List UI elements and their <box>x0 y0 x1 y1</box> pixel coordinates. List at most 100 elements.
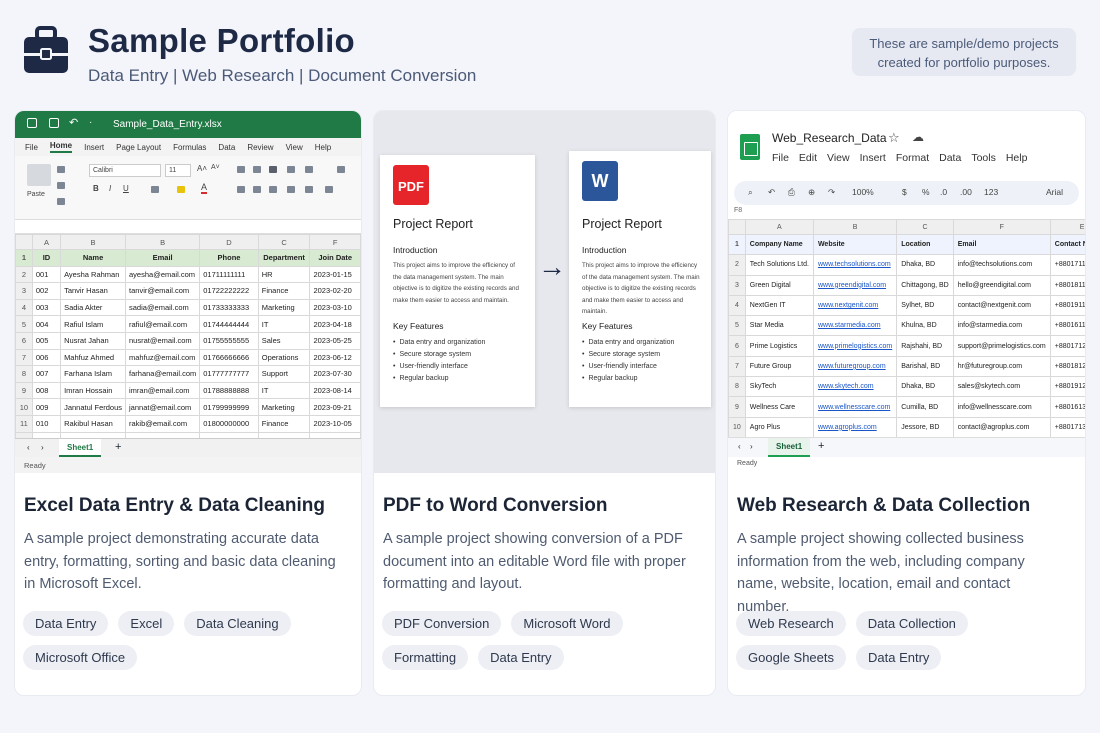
table-cell[interactable]: 2023-10-05 <box>309 414 361 433</box>
tag[interactable]: Web Research <box>736 611 846 636</box>
column-letter[interactable]: E <box>1049 219 1085 235</box>
table-cell[interactable]: tanvir@email.com <box>125 282 201 300</box>
sheet-tab[interactable]: Sheet1 <box>768 438 811 457</box>
column-letter[interactable]: A <box>744 219 814 235</box>
website-link[interactable]: www.agroplus.com <box>812 416 898 438</box>
row-number[interactable]: 11 <box>15 414 33 433</box>
excel-menu-view[interactable]: View <box>286 143 303 152</box>
table-cell[interactable]: info@wellnesscare.com <box>952 396 1051 418</box>
sheets-prev-icon[interactable]: ‹ <box>738 442 741 451</box>
excel-menu-page-layout[interactable]: Page Layout <box>116 143 161 152</box>
tag[interactable]: Data Entry <box>856 645 942 670</box>
column-letter[interactable]: D <box>199 234 259 250</box>
font-color-icon[interactable]: A <box>201 183 208 194</box>
table-cell[interactable]: Support <box>257 365 311 383</box>
row-number[interactable]: 1 <box>728 233 746 256</box>
table-cell[interactable]: Farhana Islam <box>60 365 127 383</box>
table-cell[interactable]: IT <box>257 315 311 333</box>
copy-icon[interactable] <box>57 182 65 189</box>
decimal-increase-icon[interactable]: .00 <box>960 187 972 197</box>
table-cell[interactable]: Jessore, BD <box>896 416 954 438</box>
formula-bar[interactable] <box>15 220 361 234</box>
table-cell[interactable]: ayesha@email.com <box>125 265 201 284</box>
sheet-next-icon[interactable]: › <box>41 443 44 452</box>
table-cell[interactable]: Nusrat Jahan <box>60 331 127 350</box>
align-top-icon[interactable] <box>237 166 245 173</box>
row-number[interactable]: 10 <box>15 398 33 416</box>
table-cell[interactable]: 001 <box>31 265 62 284</box>
cut-icon[interactable] <box>57 166 65 173</box>
table-cell[interactable]: +8801812222222 <box>1049 355 1085 378</box>
row-number[interactable]: 8 <box>728 376 746 398</box>
currency-icon[interactable]: $ <box>902 187 907 197</box>
increase-font-icon[interactable]: A˄ <box>197 164 207 173</box>
table-cell[interactable]: +8801713333333 <box>1049 416 1085 438</box>
table-cell[interactable]: sadia@email.com <box>125 298 201 317</box>
excel-menu-formulas[interactable]: Formulas <box>173 143 206 152</box>
table-cell[interactable]: 2023-07-30 <box>309 365 361 383</box>
indent-decrease-icon[interactable] <box>287 186 295 193</box>
tag[interactable]: Google Sheets <box>736 645 847 670</box>
table-cell[interactable]: SkyTech <box>744 376 814 398</box>
table-cell[interactable]: hello@greendigital.com <box>952 274 1051 296</box>
row-number[interactable]: 2 <box>15 265 33 284</box>
merge-cells-icon[interactable] <box>325 186 333 193</box>
row-number[interactable]: 10 <box>728 416 746 438</box>
table-cell[interactable]: imran@email.com <box>125 381 201 400</box>
add-sheet-icon[interactable]: + <box>115 441 121 453</box>
decimal-decrease-icon[interactable]: .0 <box>940 187 947 197</box>
column-header[interactable]: Email <box>125 249 201 267</box>
website-link[interactable]: www.primelogistics.com <box>812 335 898 357</box>
tag[interactable]: Data Entry <box>478 645 564 670</box>
sheets-menu-tools[interactable]: Tools <box>971 152 996 164</box>
tag[interactable]: Formatting <box>382 645 469 670</box>
column-header[interactable]: Company Name <box>744 233 814 256</box>
table-cell[interactable]: 2023-04-18 <box>309 315 361 333</box>
row-number[interactable]: 5 <box>15 315 33 333</box>
website-link[interactable]: www.skytech.com <box>812 376 898 398</box>
column-header[interactable]: Name <box>60 249 127 267</box>
excel-menu-insert[interactable]: Insert <box>84 143 104 152</box>
excel-menu-review[interactable]: Review <box>247 143 273 152</box>
table-cell[interactable]: 008 <box>31 381 62 400</box>
table-cell[interactable]: jannat@email.com <box>125 398 201 416</box>
website-link[interactable]: www.nextgenit.com <box>812 294 898 317</box>
table-cell[interactable]: farhana@email.com <box>125 365 201 383</box>
table-cell[interactable]: 01755555555 <box>199 331 259 350</box>
table-cell[interactable]: +8801711111111 <box>1049 254 1085 276</box>
table-cell[interactable]: IT <box>257 381 311 400</box>
table-cell[interactable]: 010 <box>31 414 62 433</box>
table-cell[interactable]: +8801811111111 <box>1049 274 1085 296</box>
table-cell[interactable]: 01711111111 <box>199 265 259 284</box>
table-cell[interactable]: Finance <box>257 282 311 300</box>
table-cell[interactable]: contact@agroplus.com <box>952 416 1051 438</box>
table-cell[interactable]: 003 <box>31 298 62 317</box>
excel-menu-help[interactable]: Help <box>315 143 331 152</box>
sheets-next-icon[interactable]: › <box>750 442 753 451</box>
font-name-select[interactable]: Calibri <box>89 164 161 177</box>
excel-menu-home[interactable]: Home <box>49 141 73 153</box>
table-cell[interactable]: 2023-05-25 <box>309 331 361 350</box>
align-bottom-icon[interactable] <box>269 166 277 173</box>
table-cell[interactable]: 005 <box>31 331 62 350</box>
decrease-font-icon[interactable]: A˅ <box>211 164 220 171</box>
table-cell[interactable]: 01733333333 <box>199 298 259 317</box>
row-number[interactable]: 7 <box>15 348 33 367</box>
project-card-pdf-word[interactable]: PDF Project Report Introduction This pro… <box>373 110 716 696</box>
column-header[interactable]: Contact Number <box>1049 233 1085 256</box>
table-cell[interactable]: support@primelogistics.com <box>952 335 1051 357</box>
table-cell[interactable]: 2023-01-15 <box>309 265 361 284</box>
number-format-icon[interactable]: 123 <box>984 187 998 197</box>
website-link[interactable]: www.wellnesscare.com <box>812 396 898 418</box>
row-number[interactable]: 4 <box>15 298 33 317</box>
table-cell[interactable]: Marketing <box>257 298 311 317</box>
column-header[interactable]: Join Date <box>309 249 361 267</box>
table-cell[interactable]: 2023-06-12 <box>309 348 361 367</box>
sheet-tab[interactable]: Sheet1 <box>59 439 102 457</box>
align-center-icon[interactable] <box>253 186 261 193</box>
bold-icon[interactable]: B <box>93 184 99 193</box>
table-cell[interactable]: Tech Solutions Ltd. <box>744 254 814 276</box>
add-sheet-icon[interactable]: + <box>818 440 824 452</box>
tag[interactable]: Data Collection <box>855 611 968 636</box>
table-cell[interactable]: Green Digital <box>744 274 814 296</box>
